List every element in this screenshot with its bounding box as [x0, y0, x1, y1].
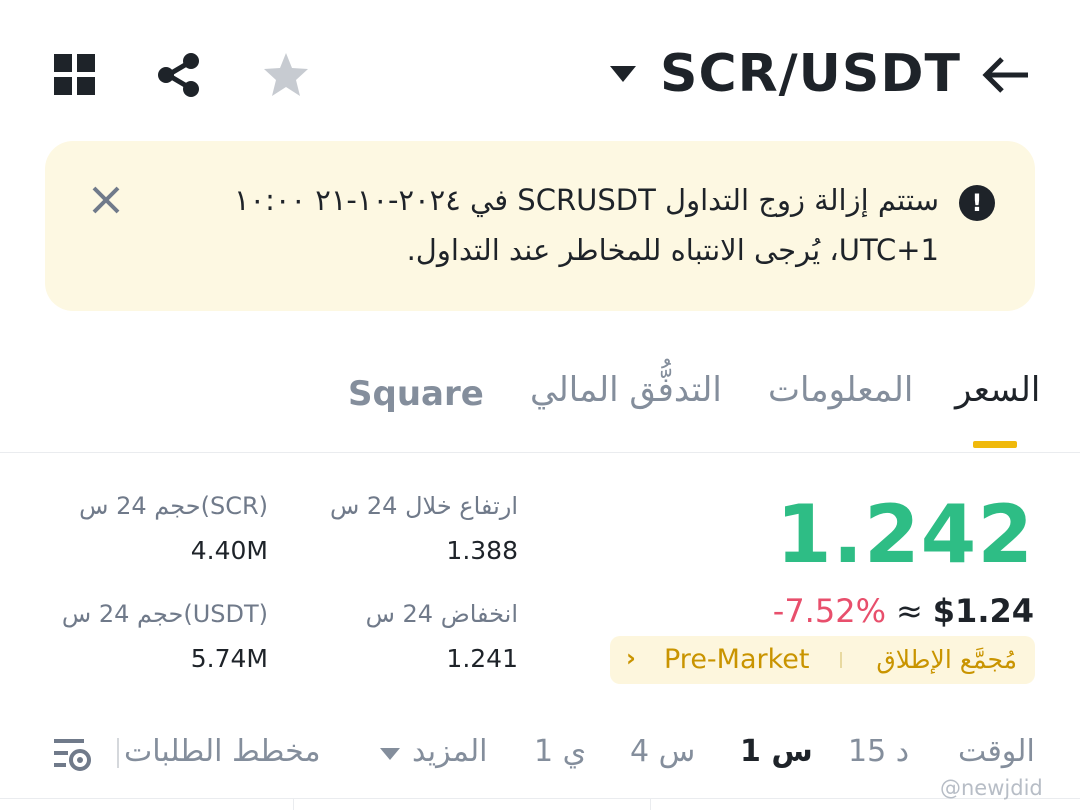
grid-tick — [650, 799, 651, 810]
grid-tick — [293, 799, 294, 810]
launchpool-label: مُجمَّع الإطلاق — [876, 645, 1017, 674]
last-price: 1.242 — [775, 488, 1034, 581]
timeframe-15m[interactable]: 15 د — [848, 734, 909, 769]
volume-base-label: حجم 24 س(SCR) — [79, 492, 268, 520]
usd-price-line: -7.52% ≈ $1.24 — [773, 592, 1034, 630]
tabs-divider — [0, 452, 1080, 453]
back-arrow-icon[interactable] — [980, 54, 1030, 96]
share-icon[interactable] — [156, 52, 202, 98]
active-tab-indicator — [973, 441, 1017, 448]
exclamation-icon: ! — [959, 185, 995, 221]
low-24h-value: 1.241 — [446, 644, 518, 673]
grid-icon[interactable] — [54, 54, 96, 96]
timeframe-4h[interactable]: 4 س — [630, 734, 695, 769]
banner-line-2: UTC+1، يُرجى الانتباه للمخاطر عند التداو… — [406, 233, 939, 267]
depth-chart-tab[interactable]: مخطط الطلبات — [124, 734, 321, 769]
tab-fund-flow[interactable]: التدفُّق المالي — [530, 370, 722, 410]
premarket-badge[interactable]: › Pre-Market مُجمَّع الإطلاق — [610, 636, 1035, 684]
volume-quote-label: حجم 24 س(USDT) — [61, 600, 268, 628]
banner-line-1: ستتم إزالة زوج التداول SCRUSDT في ٢٠٢٤-١… — [233, 183, 939, 217]
price-change-percent: -7.52% — [772, 592, 886, 630]
high-24h-value: 1.388 — [446, 536, 518, 565]
usd-price: $1.24 — [932, 592, 1034, 630]
more-timeframes[interactable]: المزيد — [412, 734, 487, 769]
badge-separator — [840, 652, 842, 668]
chevron-right-icon: › — [626, 644, 636, 672]
dropdown-caret-icon[interactable] — [608, 63, 638, 85]
delisting-warning-banner: ستتم إزالة زوج التداول SCRUSDT في ٢٠٢٤-١… — [45, 141, 1035, 311]
tab-square[interactable]: Square — [348, 374, 484, 414]
premarket-label: Pre-Market — [664, 644, 810, 675]
watermark: @newjdid — [940, 776, 1043, 800]
volume-base-value: 4.40M — [190, 536, 268, 565]
chart-settings-icon[interactable] — [54, 736, 92, 772]
close-icon[interactable] — [91, 185, 121, 215]
timeframe-1d[interactable]: 1 ي — [534, 734, 586, 769]
high-24h-label: ارتفاع خلال 24 س — [329, 492, 518, 520]
bottom-divider — [0, 798, 1080, 799]
volume-quote-value: 5.74M — [190, 644, 268, 673]
low-24h-label: انخفاض 24 س — [365, 600, 518, 628]
toolbar-divider — [117, 738, 119, 768]
dropdown-caret-icon[interactable] — [378, 746, 402, 762]
approx-symbol: ≈ — [895, 592, 923, 630]
banner-message: ستتم إزالة زوج التداول SCRUSDT في ٢٠٢٤-١… — [219, 175, 939, 275]
star-icon[interactable] — [262, 51, 310, 99]
timeframe-1h[interactable]: 1 س — [740, 734, 813, 769]
tab-price[interactable]: السعر — [955, 370, 1040, 410]
tab-info[interactable]: المعلومات — [768, 370, 913, 410]
pair-title[interactable]: SCR/USDT — [660, 44, 961, 104]
time-label[interactable]: الوقت — [958, 734, 1035, 769]
